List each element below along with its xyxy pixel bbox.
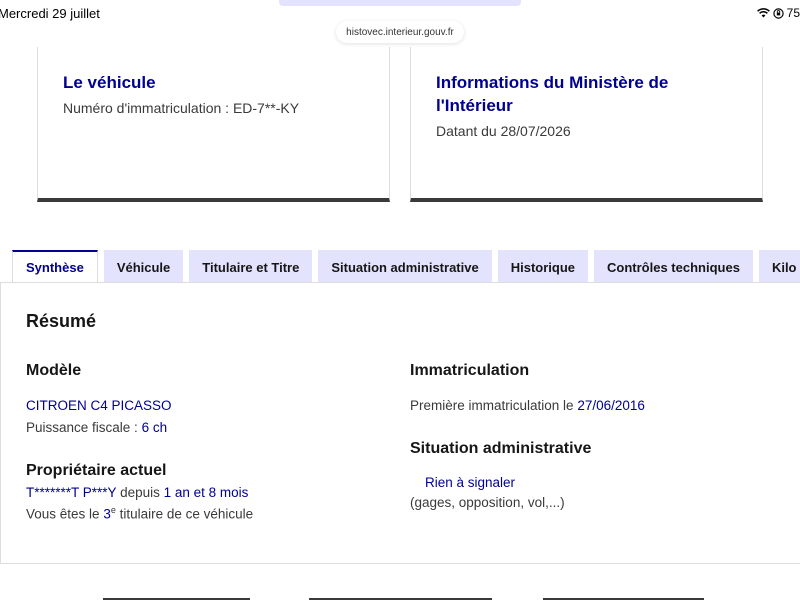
tab-bar: Synthèse Véhicule Titulaire et Titre Sit… — [12, 250, 800, 283]
first-registration-date: 27/06/2016 — [577, 398, 645, 413]
model-heading: Modèle — [26, 362, 82, 379]
registration-heading: Immatriculation — [410, 362, 530, 379]
url-text: histovec.interieur.gouv.fr — [346, 26, 454, 38]
fiscal-power-value: 6 ch — [141, 420, 168, 435]
tab-controles-techniques[interactable]: Contrôles techniques — [594, 250, 753, 283]
owner-rank-value: 3 — [103, 506, 111, 522]
tab-vehicule[interactable]: Véhicule — [103, 250, 184, 283]
owner-since-label: depuis — [116, 485, 164, 500]
owner-rank-prefix: Vous êtes le — [26, 506, 104, 522]
admin-details: (gages, opposition, vol,...) — [410, 495, 565, 510]
plate-number: Numéro d'immatriculation : ED-7**-KY — [63, 100, 300, 116]
vehicle-card: Le véhicule Numéro d'immatriculation : E… — [37, 47, 390, 202]
ministry-card-title: Informations du Ministère de l'Intérieur — [436, 71, 737, 117]
ministry-title-line2: l'Intérieur — [436, 96, 513, 115]
owner-line: T*******T P***Y depuis 1 an et 8 mois — [26, 485, 248, 500]
wifi-icon — [756, 8, 770, 18]
model-name: CITROEN C4 PICASSO — [26, 398, 172, 413]
admin-status: Rien à signaler — [425, 475, 516, 490]
multitasking-pill[interactable] — [279, 0, 521, 6]
fiscal-power-label: Puissance fiscale : — [26, 420, 142, 435]
orientation-lock-icon — [772, 7, 784, 19]
tab-kilometrage[interactable]: Kilo — [758, 250, 800, 283]
owner-rank: Vous êtes le 3e titulaire de ce véhicule — [26, 505, 253, 522]
ministry-title-line1: Informations du Ministère de — [436, 73, 669, 92]
ministry-card: Informations du Ministère de l'Intérieur… — [410, 47, 763, 202]
fiscal-power: Puissance fiscale : 6 ch — [26, 420, 167, 435]
first-registration-label: Première immatriculation le — [410, 398, 578, 413]
tab-historique[interactable]: Historique — [497, 250, 589, 283]
owner-heading: Propriétaire actuel — [26, 462, 167, 479]
tab-titulaire-et-titre[interactable]: Titulaire et Titre — [189, 250, 313, 283]
summary-heading: Résumé — [26, 311, 97, 331]
battery-percentage: 75 — [786, 6, 800, 20]
ministry-date: Datant du 28/07/2026 — [436, 123, 571, 139]
tab-synthese[interactable]: Synthèse — [12, 250, 98, 283]
first-registration: Première immatriculation le 27/06/2016 — [410, 398, 645, 413]
owner-name: T*******T P***Y — [26, 485, 117, 500]
vehicle-card-title: Le véhicule — [63, 73, 156, 92]
url-bar[interactable]: histovec.interieur.gouv.fr — [336, 21, 464, 43]
admin-situation-heading: Situation administrative — [410, 440, 592, 457]
owner-since-value: 1 an et 8 mois — [163, 485, 249, 500]
status-time: Mercredi 29 juillet — [0, 6, 100, 21]
tab-situation-administrative[interactable]: Situation administrative — [318, 250, 492, 283]
owner-rank-suffix: titulaire de ce véhicule — [115, 506, 254, 522]
status-icons: 75 — [756, 6, 800, 20]
